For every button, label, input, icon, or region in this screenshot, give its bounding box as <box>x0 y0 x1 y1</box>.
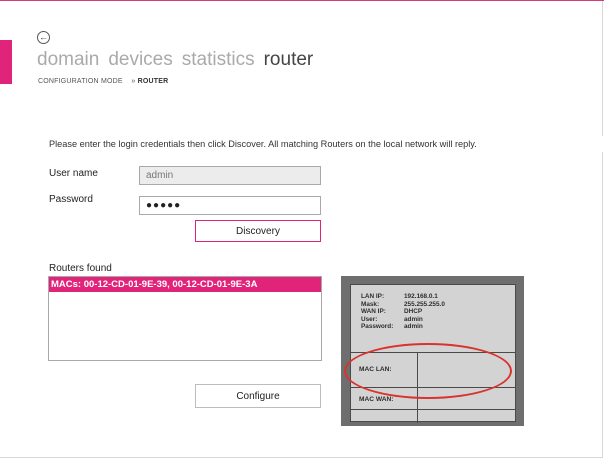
routers-found-label: Routers found <box>49 263 112 274</box>
sticker-value: admin <box>404 323 423 331</box>
sticker-value: admin <box>404 315 423 323</box>
instructions-fade <box>520 136 604 152</box>
discovery-button[interactable]: Discovery <box>195 220 321 242</box>
router-list-item[interactable]: MACs: 00-12-CD-01-9E-39, 00-12-CD-01-9E-… <box>49 277 321 292</box>
breadcrumb-separator: » <box>131 78 136 85</box>
username-field[interactable] <box>139 166 321 185</box>
password-field[interactable] <box>139 196 321 215</box>
configure-button[interactable]: Configure <box>195 384 321 408</box>
sticker-key: User: <box>361 315 378 323</box>
top-navigation: domain devices statistics router <box>37 49 313 71</box>
sticker-key: LAN IP: <box>361 293 385 300</box>
nav-router[interactable]: router <box>264 49 314 71</box>
routers-list[interactable]: MACs: 00-12-CD-01-9E-39, 00-12-CD-01-9E-… <box>48 276 322 361</box>
username-label: User name <box>49 168 98 179</box>
breadcrumb: CONFIGURATION MODE » ROUTER <box>38 78 168 85</box>
back-arrow-icon[interactable]: ← <box>37 31 50 44</box>
highlight-ellipse <box>344 343 512 399</box>
sticker-info: LAN IP: 192.168.0.1 Mask: 255.255.255.0 WA… <box>361 293 445 331</box>
mac-wan-label: MAC WAN: <box>359 396 394 403</box>
sticker-value: 255.255.255.0 <box>404 300 445 308</box>
sticker-key: Mask: <box>361 300 380 308</box>
top-accent-line <box>0 0 604 1</box>
password-label: Password <box>49 194 93 205</box>
nav-devices[interactable]: devices <box>108 49 172 71</box>
breadcrumb-root[interactable]: CONFIGURATION MODE <box>38 78 123 85</box>
router-label-photo: LAN IP: 192.168.0.1 Mask: 255.255.255.0 WA… <box>341 276 524 426</box>
nav-statistics[interactable]: statistics <box>182 49 255 71</box>
sticker-key: WAN IP: <box>361 308 386 316</box>
section-accent-bar <box>0 40 12 84</box>
sticker-value: 192.168.0.1 <box>404 293 438 300</box>
sticker-value: DHCP <box>404 308 423 316</box>
breadcrumb-current: ROUTER <box>137 78 169 85</box>
sticker-key: Password: <box>361 323 394 331</box>
sticker-divider <box>351 409 515 410</box>
nav-domain[interactable]: domain <box>37 49 99 71</box>
